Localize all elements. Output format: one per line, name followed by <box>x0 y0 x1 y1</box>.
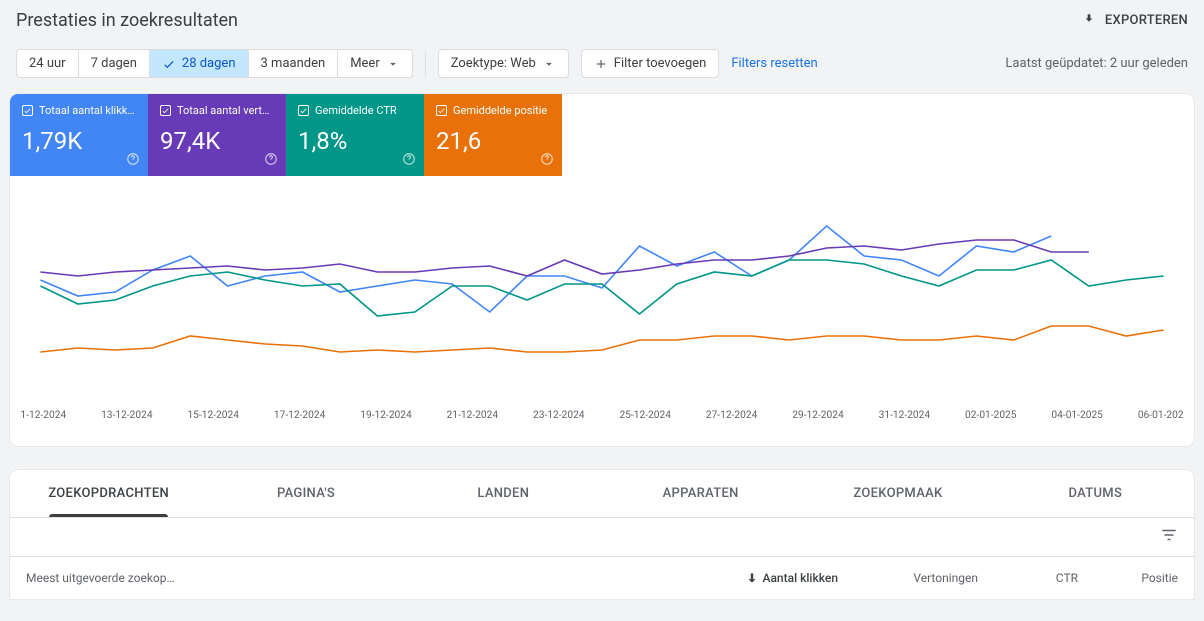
metric-impressions-label: Totaal aantal vert… <box>177 104 269 117</box>
svg-text:02-01-2025: 02-01-2025 <box>965 410 1017 421</box>
last-updated: Laatst geüpdatet: 2 uur geleden <box>1005 56 1188 71</box>
page-title: Prestaties in zoekresultaten <box>16 10 238 31</box>
svg-text:29-12-2024: 29-12-2024 <box>792 410 844 421</box>
svg-text:21-12-2024: 21-12-2024 <box>447 410 499 421</box>
export-label: EXPORTEREN <box>1105 13 1188 28</box>
search-type-label: Zoektype: Web <box>451 56 536 71</box>
metric-clicks[interactable]: Totaal aantal klikk… 1,79K <box>10 94 148 176</box>
tab-dates[interactable]: DATUMS <box>997 470 1194 517</box>
checkbox-icon <box>298 105 309 116</box>
metric-position[interactable]: Gemiddelde positie 21,6 <box>424 94 562 176</box>
svg-text:31-12-2024: 31-12-2024 <box>879 410 931 421</box>
date-more-label: Meer <box>350 56 380 71</box>
svg-text:17-12-2024: 17-12-2024 <box>274 410 326 421</box>
checkbox-icon <box>22 105 33 116</box>
help-icon[interactable] <box>264 152 278 170</box>
col-query[interactable]: Meest uitgevoerde zoekop… <box>26 571 698 585</box>
tab-countries[interactable]: LANDEN <box>405 470 602 517</box>
help-icon[interactable] <box>402 152 416 170</box>
svg-text:25-12-2024: 25-12-2024 <box>619 410 671 421</box>
sort-desc-icon <box>745 571 759 585</box>
help-icon[interactable] <box>126 152 140 170</box>
metric-clicks-value: 1,79K <box>22 127 136 155</box>
date-7d[interactable]: 7 dagen <box>79 50 150 77</box>
metric-impressions-value: 97,4K <box>160 127 274 155</box>
metric-clicks-label: Totaal aantal klikk… <box>39 104 135 117</box>
col-position[interactable]: Positie <box>1078 571 1178 585</box>
tab-queries[interactable]: ZOEKOPDRACHTEN <box>10 470 207 517</box>
date-28d-label: 28 dagen <box>182 56 236 71</box>
checkbox-icon <box>436 105 447 116</box>
tab-pages[interactable]: PAGINA'S <box>207 470 404 517</box>
date-range-segmented: 24 uur 7 dagen 28 dagen 3 maanden Meer <box>16 49 413 78</box>
tab-appearance[interactable]: ZOEKOPMAAK <box>799 470 996 517</box>
tabs: ZOEKOPDRACHTEN PAGINA'S LANDEN APPARATEN… <box>10 470 1194 518</box>
svg-text:06-01-2025: 06-01-2025 <box>1138 410 1184 421</box>
search-type-selector[interactable]: Zoektype: Web <box>438 49 569 78</box>
export-button[interactable]: EXPORTEREN <box>1081 11 1188 31</box>
date-24h[interactable]: 24 uur <box>17 50 79 77</box>
svg-text:04-01-2025: 04-01-2025 <box>1051 410 1103 421</box>
reset-filters-link[interactable]: Filters resetten <box>731 56 817 71</box>
download-icon <box>1081 11 1097 31</box>
metric-position-label: Gemiddelde positie <box>453 104 547 117</box>
help-icon[interactable] <box>540 152 554 170</box>
svg-text:27-12-2024: 27-12-2024 <box>706 410 758 421</box>
toolbar-divider <box>425 52 426 76</box>
svg-text:23-12-2024: 23-12-2024 <box>533 410 585 421</box>
svg-text:11-12-2024: 11-12-2024 <box>20 410 66 421</box>
date-3m[interactable]: 3 maanden <box>249 50 339 77</box>
table-card: ZOEKOPDRACHTEN PAGINA'S LANDEN APPARATEN… <box>10 470 1194 599</box>
checkbox-icon <box>160 105 171 116</box>
col-ctr[interactable]: CTR <box>978 571 1078 585</box>
check-icon <box>162 57 176 71</box>
svg-text:15-12-2024: 15-12-2024 <box>187 410 239 421</box>
add-filter-button[interactable]: Filter toevoegen <box>581 49 720 78</box>
col-clicks-label: Aantal klikken <box>763 571 839 585</box>
metric-impressions[interactable]: Totaal aantal vert… 97,4K <box>148 94 286 176</box>
metric-ctr-label: Gemiddelde CTR <box>315 104 397 117</box>
plus-icon <box>594 57 608 71</box>
chevron-down-icon <box>542 57 556 71</box>
performance-chart: 11-12-2024 13-12-2024 15-12-2024 17-12-2024… <box>10 176 1194 446</box>
metric-ctr[interactable]: Gemiddelde CTR 1,8% <box>286 94 424 176</box>
chevron-down-icon <box>386 57 400 71</box>
performance-card: Totaal aantal klikk… 1,79K Totaal aantal… <box>10 94 1194 446</box>
svg-text:13-12-2024: 13-12-2024 <box>101 410 153 421</box>
tab-devices[interactable]: APPARATEN <box>602 470 799 517</box>
col-impressions[interactable]: Vertoningen <box>838 571 978 585</box>
date-more[interactable]: Meer <box>338 50 412 77</box>
svg-text:19-12-2024: 19-12-2024 <box>360 410 412 421</box>
table-header: Meest uitgevoerde zoekop… Aantal klikken… <box>10 557 1194 599</box>
metric-position-value: 21,6 <box>436 127 550 155</box>
date-28d[interactable]: 28 dagen <box>150 50 249 77</box>
metric-ctr-value: 1,8% <box>298 127 412 155</box>
add-filter-label: Filter toevoegen <box>614 56 707 71</box>
col-clicks[interactable]: Aantal klikken <box>698 571 838 585</box>
filter-icon[interactable] <box>1160 526 1178 548</box>
metric-row: Totaal aantal klikk… 1,79K Totaal aantal… <box>10 94 1194 176</box>
